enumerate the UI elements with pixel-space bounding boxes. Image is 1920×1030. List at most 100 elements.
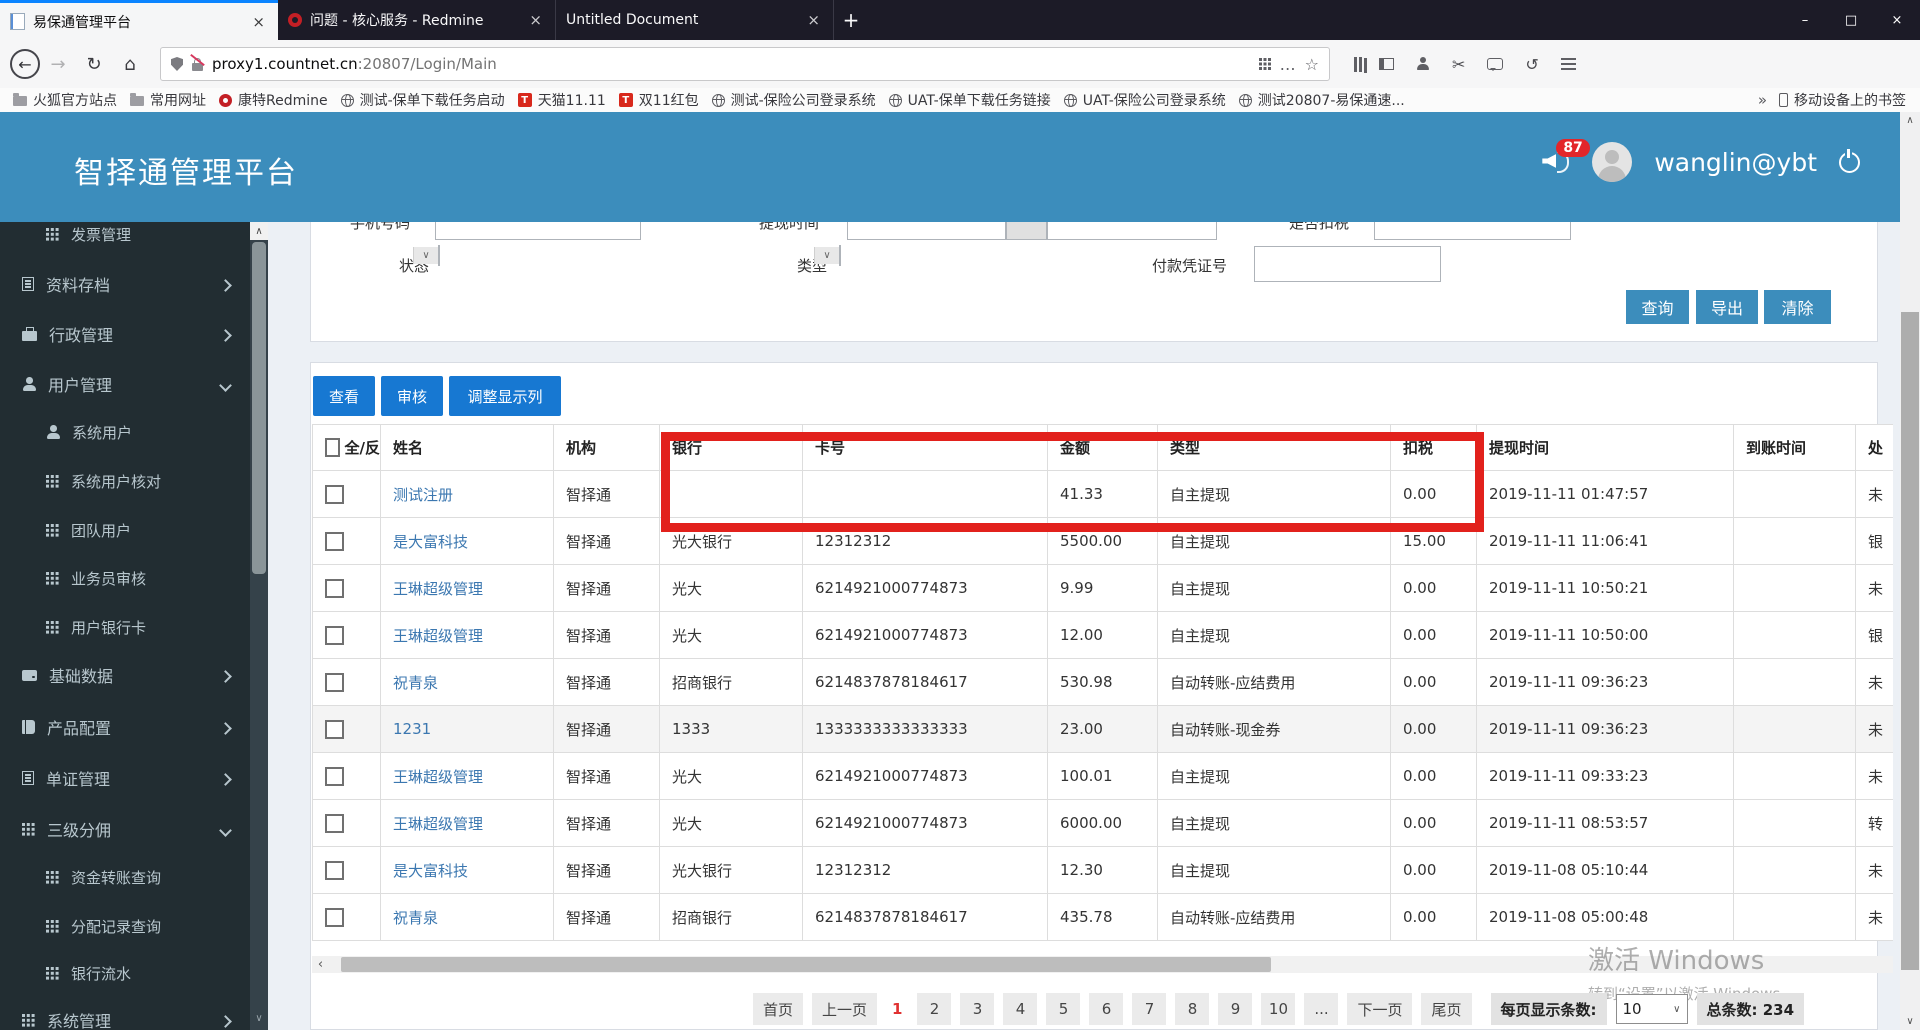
name-link[interactable]: 祝青泉 [393, 909, 438, 927]
sidebar-item-system-user-check[interactable]: 系统用户核对 [0, 457, 250, 505]
undo-icon[interactable]: ↺ [1525, 55, 1538, 74]
sidebar-item-invoice-mgmt[interactable]: 发票管理 [0, 210, 250, 258]
adjust-columns-button[interactable]: 调整显示列 [449, 376, 561, 416]
page-button-4[interactable]: 4 [1003, 993, 1038, 1025]
bookmark-item-mobile[interactable]: 移动设备上的书签 [1779, 90, 1906, 110]
tab-close-icon[interactable]: × [526, 11, 545, 29]
type-select[interactable]: ∨ [814, 245, 841, 266]
sidebar-scrollbar[interactable]: ∧ ∨ [250, 222, 268, 1030]
window-maximize-button[interactable]: □ [1828, 0, 1874, 40]
account-icon[interactable] [1416, 57, 1430, 71]
forward-button[interactable]: → [40, 54, 76, 75]
phone-input[interactable] [435, 222, 641, 240]
page-actions-icon[interactable]: … [1280, 55, 1296, 74]
page-button-3[interactable]: 3 [960, 993, 995, 1025]
bookmark-item[interactable]: 常用网址 [130, 90, 206, 110]
row-checkbox[interactable] [325, 531, 344, 551]
page-button-7[interactable]: 7 [1132, 993, 1167, 1025]
query-button[interactable]: 查询 [1626, 290, 1689, 324]
scroll-up-icon[interactable]: ∧ [250, 222, 268, 240]
scroll-down-icon[interactable]: ∨ [250, 1010, 268, 1026]
tab-untitled-document[interactable]: Untitled Document × [556, 0, 834, 40]
sidebar-item-user-bank-cards[interactable]: 用户银行卡 [0, 603, 250, 651]
sidebar-item-three-level-commission[interactable]: 三级分佣 [0, 805, 250, 853]
sidebar-scrollbar-thumb[interactable] [252, 242, 266, 574]
page-prev-button[interactable]: 上一页 [812, 993, 878, 1025]
scroll-left-icon[interactable]: ‹ [312, 956, 329, 973]
date-range-separator-button[interactable] [1006, 222, 1047, 240]
tab-ybt-platform[interactable]: 易保通管理平台 × [0, 0, 278, 40]
bookmark-item[interactable]: 康特Redmine [219, 90, 328, 110]
vertical-scrollbar-thumb[interactable] [1901, 312, 1919, 970]
row-checkbox[interactable] [325, 907, 344, 927]
insecure-lock-icon[interactable] [192, 58, 203, 71]
sidebar-item-base-data[interactable]: 基础数据 [0, 651, 250, 699]
name-link[interactable]: 是大富科技 [393, 533, 468, 551]
reload-button[interactable]: ↻ [76, 54, 112, 75]
page-button-2[interactable]: 2 [917, 993, 952, 1025]
page-button-9[interactable]: 9 [1218, 993, 1253, 1025]
home-button[interactable]: ⌂ [112, 54, 148, 75]
scan-qr-icon[interactable] [1258, 58, 1271, 70]
bookmark-item[interactable]: 测试20807-易保通速... [1238, 90, 1405, 110]
sidebar-item-archive[interactable]: 资料存档 [0, 260, 250, 308]
name-link[interactable]: 王琳超级管理 [393, 768, 483, 786]
sidebar-item-allocation-record-query[interactable]: 分配记录查询 [0, 902, 250, 950]
table-row[interactable]: 祝青泉 智择通 招商银行 6214837878184617 530.98 自动转… [312, 658, 1893, 706]
tax-flag-select[interactable] [1374, 222, 1571, 240]
bookmark-item[interactable]: UAT-保单下载任务链接 [888, 90, 1051, 110]
bookmark-star-icon[interactable]: ☆ [1305, 55, 1319, 74]
window-close-button[interactable]: × [1874, 0, 1920, 40]
row-checkbox[interactable] [325, 766, 344, 786]
page-size-select[interactable]: 10 ∨ [1615, 994, 1688, 1024]
bookmark-item[interactable]: 测试-保单下载任务启动 [340, 90, 505, 110]
select-all-checkbox[interactable] [325, 438, 340, 457]
library-icon[interactable] [1354, 56, 1357, 72]
row-checkbox[interactable] [325, 719, 344, 739]
sidebar-toggle-icon[interactable] [1379, 58, 1394, 70]
page-first-button[interactable]: 首页 [753, 993, 804, 1025]
window-minimize-button[interactable]: – [1782, 0, 1828, 40]
snip-icon[interactable]: ✂ [1452, 55, 1465, 74]
page-ellipsis-button[interactable]: ... [1304, 993, 1339, 1025]
table-row-highlighted[interactable]: 1231 智择通 1333 1333333333333333 23.00 自动转… [312, 705, 1893, 753]
page-button-10[interactable]: 10 [1261, 993, 1296, 1025]
name-link[interactable]: 测试注册 [393, 486, 453, 504]
table-row[interactable]: 王琳超级管理 智择通 光大 6214921000774873 12.00 自主提… [312, 611, 1893, 659]
sidebar-item-system-users[interactable]: 系统用户 [0, 408, 250, 456]
voucher-input[interactable] [1254, 246, 1441, 282]
menu-icon[interactable] [1560, 58, 1576, 60]
clear-button[interactable]: 清除 [1764, 290, 1831, 324]
sidebar-item-salesman-audit[interactable]: 业务员审核 [0, 554, 250, 602]
tab-redmine[interactable]: 问题 - 核心服务 - Redmine × [278, 0, 556, 40]
new-tab-button[interactable]: + [834, 0, 868, 40]
sidebar-item-fund-transfer-query[interactable]: 资金转账查询 [0, 853, 250, 901]
chat-icon[interactable] [1487, 58, 1504, 71]
export-button[interactable]: 导出 [1696, 290, 1758, 324]
horizontal-scrollbar-thumb[interactable] [341, 957, 1271, 972]
name-link[interactable]: 祝青泉 [393, 674, 438, 692]
name-link[interactable]: 王琳超级管理 [393, 580, 483, 598]
row-checkbox[interactable] [325, 672, 344, 692]
bookmark-item[interactable]: 测试-保险公司登录系统 [711, 90, 876, 110]
status-select[interactable]: ∨ [413, 245, 440, 266]
sidebar-item-admin-mgmt[interactable]: 行政管理 [0, 310, 250, 358]
withdraw-time-to-input[interactable] [1047, 222, 1217, 240]
username[interactable]: wanglin@ybt [1654, 148, 1817, 177]
sidebar-item-user-mgmt[interactable]: 用户管理 [0, 360, 250, 408]
sidebar-item-document-mgmt[interactable]: 单证管理 [0, 754, 250, 802]
page-next-button[interactable]: 下一页 [1347, 993, 1413, 1025]
page-button-6[interactable]: 6 [1089, 993, 1124, 1025]
bookmark-item[interactable]: T 双11红包 [618, 90, 699, 110]
back-button[interactable]: ← [10, 49, 40, 79]
bookmark-item[interactable]: T 天猫11.11 [517, 90, 606, 110]
sidebar-item-system-mgmt[interactable]: 系统管理 [0, 996, 250, 1030]
url-text[interactable]: proxy1.countnet.cn:20807/Login/Main [212, 55, 1250, 73]
row-checkbox[interactable] [325, 484, 344, 504]
page-button-5[interactable]: 5 [1046, 993, 1081, 1025]
bookmark-item[interactable]: UAT-保险公司登录系统 [1063, 90, 1226, 110]
row-checkbox[interactable] [325, 860, 344, 880]
row-checkbox[interactable] [325, 813, 344, 833]
tab-close-icon[interactable]: × [249, 13, 268, 31]
row-checkbox[interactable] [325, 578, 344, 598]
